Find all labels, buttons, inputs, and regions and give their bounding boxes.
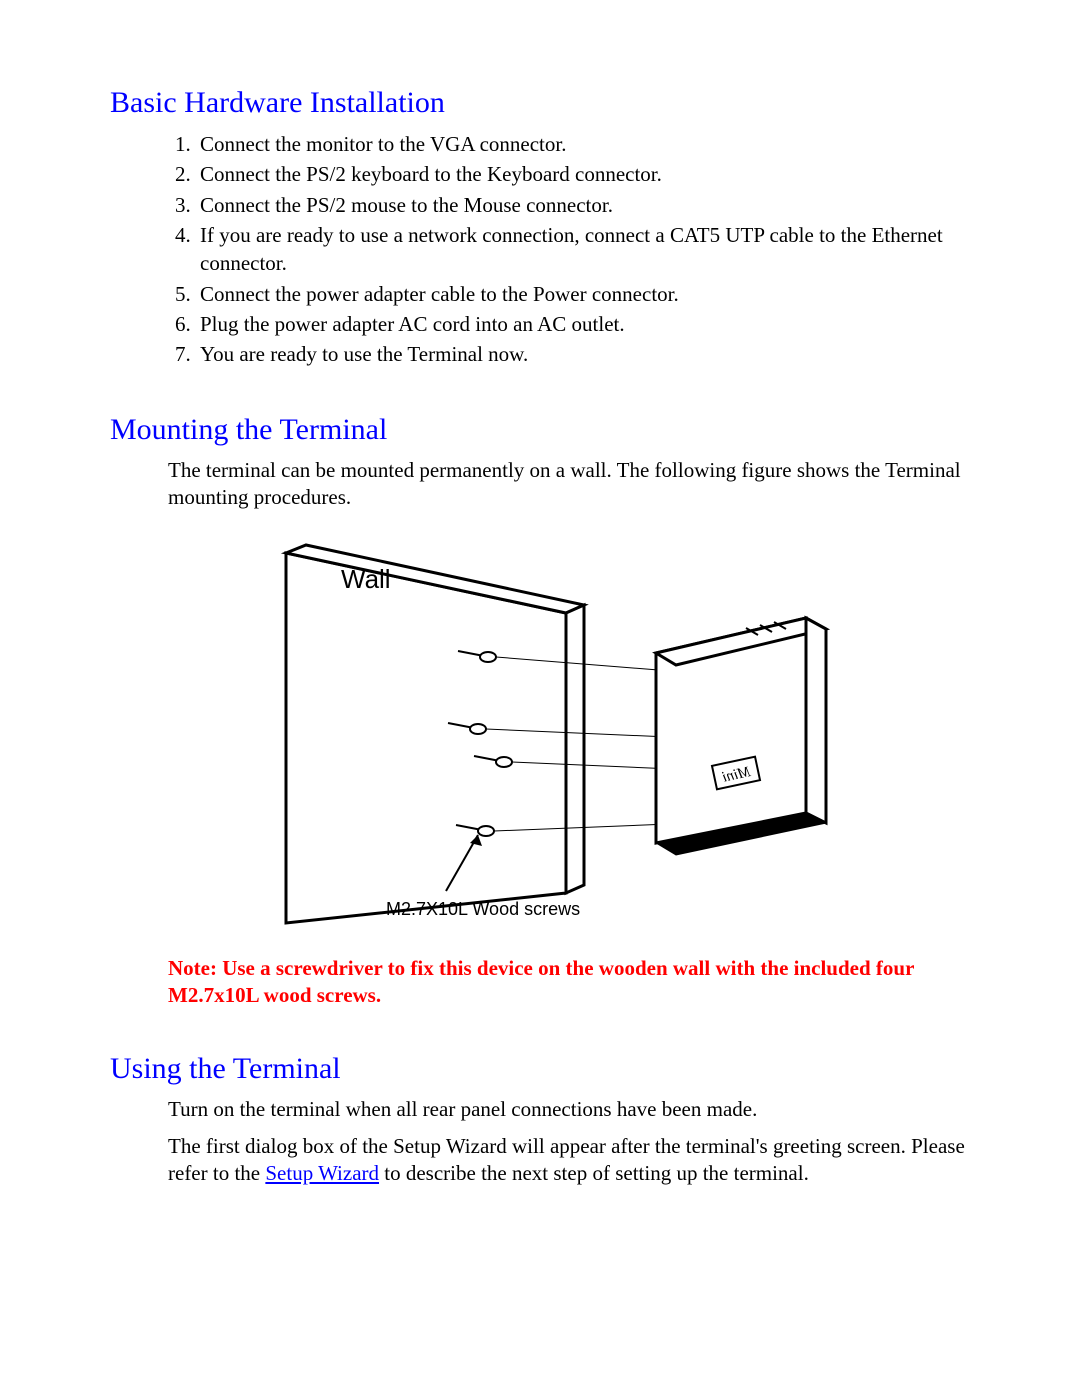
list-item: Connect the power adapter cable to the P… <box>196 280 980 308</box>
using-p1: Turn on the terminal when all rear panel… <box>168 1096 980 1123</box>
list-item: Plug the power adapter AC cord into an A… <box>196 310 980 338</box>
section-using-body: Turn on the terminal when all rear panel… <box>168 1096 980 1188</box>
section-mounting: Mounting the Terminal The terminal can b… <box>110 413 980 1008</box>
wall-label: Wall <box>341 564 391 594</box>
heading-mounting: Mounting the Terminal <box>110 413 980 447</box>
installation-steps-list: Connect the monitor to the VGA connector… <box>110 130 980 369</box>
screws-label: M2.7X10L Wood screws <box>386 899 580 919</box>
setup-wizard-link[interactable]: Setup Wizard <box>265 1161 379 1185</box>
mounting-intro-text: The terminal can be mounted permanently … <box>168 457 980 512</box>
list-item: Connect the monitor to the VGA connector… <box>196 130 980 158</box>
using-p2-post: to describe the next step of setting up … <box>379 1161 809 1185</box>
mounting-figure: Wall <box>226 523 980 943</box>
section-using: Using the Terminal Turn on the terminal … <box>110 1052 980 1188</box>
document-page: Basic Hardware Installation Connect the … <box>0 0 1080 1397</box>
list-item: Connect the PS/2 keyboard to the Keyboar… <box>196 160 980 188</box>
using-p2: The first dialog box of the Setup Wizard… <box>168 1133 980 1188</box>
mounting-note: Note: Use a screwdriver to fix this devi… <box>168 955 980 1008</box>
list-item: If you are ready to use a network connec… <box>196 221 980 278</box>
heading-using: Using the Terminal <box>110 1052 980 1086</box>
heading-basic-hardware: Basic Hardware Installation <box>110 86 980 120</box>
section-basic-hardware: Basic Hardware Installation Connect the … <box>110 86 980 369</box>
terminal-device-icon: Mini <box>656 618 826 855</box>
list-item: Connect the PS/2 mouse to the Mouse conn… <box>196 191 980 219</box>
wall-shape <box>286 545 584 923</box>
mounting-figure-svg: Wall <box>226 523 866 943</box>
list-item: You are ready to use the Terminal now. <box>196 340 980 368</box>
section-mounting-body: The terminal can be mounted permanently … <box>168 457 980 1008</box>
